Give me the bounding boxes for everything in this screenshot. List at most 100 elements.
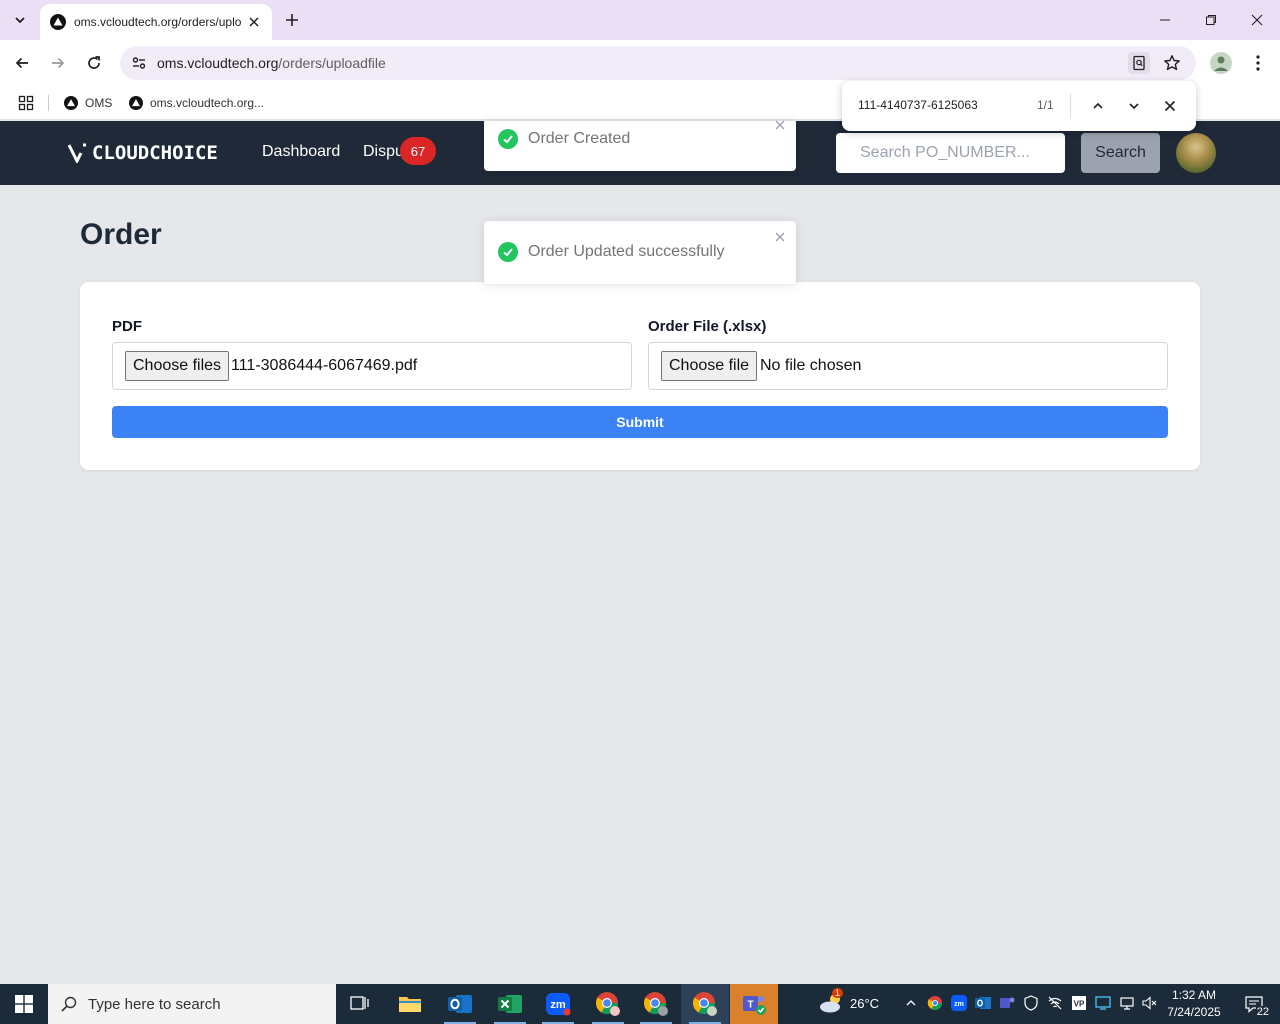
order-file-label: Order File (.xlsx) — [648, 318, 767, 335]
task-view-icon[interactable] — [336, 984, 384, 1024]
show-hidden-icons-chevron-icon[interactable] — [902, 994, 920, 1012]
toast-close-icon[interactable] — [772, 117, 788, 133]
minimize-icon[interactable] — [1142, 0, 1188, 40]
windows-taskbar: Type here to search zm T 1 26°C zm VP 1:… — [0, 984, 1280, 1024]
url-host: oms.vcloudtech.org — [157, 55, 279, 71]
clock-date: 7/24/2025 — [1167, 1005, 1221, 1019]
reload-icon[interactable] — [80, 49, 108, 77]
url-text: oms.vcloudtech.org/orders/uploadfile — [157, 55, 386, 71]
toast-close-icon[interactable] — [772, 229, 788, 245]
find-close-icon[interactable] — [1158, 94, 1182, 118]
order-file-name: No file chosen — [760, 357, 862, 374]
find-in-page-bar: 111-4140737-6125063 1/1 — [842, 81, 1196, 131]
notification-center-icon[interactable]: 22 — [1234, 984, 1274, 1024]
page-title: Order — [80, 218, 162, 251]
taskbar-clock[interactable]: 1:32 AM 7/24/2025 — [1158, 987, 1230, 1021]
tab-search-chevron-icon[interactable] — [6, 6, 34, 34]
browser-menu-icon[interactable] — [1248, 52, 1268, 74]
apps-grid-icon[interactable] — [18, 93, 34, 113]
disputes-count-badge: 67 — [400, 137, 436, 165]
tray-ethernet-icon[interactable] — [1118, 994, 1136, 1012]
page-search-icon[interactable] — [1128, 52, 1150, 74]
pdf-label: PDF — [112, 318, 142, 335]
v-logo-icon — [68, 143, 86, 163]
svg-text:VP: VP — [1074, 1000, 1085, 1009]
triangle-logo-icon — [64, 96, 78, 110]
browser-tab[interactable]: oms.vcloudtech.org/orders/uplo — [40, 4, 272, 40]
file-explorer-icon[interactable] — [386, 984, 434, 1024]
success-check-icon — [498, 129, 518, 149]
weather-cloud-icon[interactable]: 1 — [818, 988, 844, 1014]
restore-icon[interactable] — [1188, 0, 1234, 40]
tray-network-off-icon[interactable] — [1046, 994, 1064, 1012]
pdf-choose-files-button[interactable]: Choose files — [125, 351, 230, 381]
tray-security-icon[interactable] — [1022, 994, 1040, 1012]
new-tab-plus-icon[interactable] — [280, 8, 304, 32]
find-divider — [1070, 93, 1071, 119]
taskbar-search-box[interactable]: Type here to search — [48, 984, 336, 1024]
po-number-search-input[interactable] — [836, 133, 1065, 173]
taskbar-search-placeholder: Type here to search — [88, 995, 221, 1013]
bookmark-star-icon[interactable] — [1161, 52, 1183, 74]
order-choose-file-button[interactable]: Choose file — [661, 351, 758, 381]
triangle-logo-icon — [50, 14, 66, 30]
chrome-profile-2-icon[interactable] — [632, 984, 680, 1024]
cloudchoice-logo[interactable]: CLOUDCHOICE — [68, 141, 218, 165]
toast-message: Order Created — [528, 130, 631, 147]
success-check-icon — [498, 242, 518, 262]
bookmark-oms[interactable]: OMS — [64, 93, 112, 113]
windows-start-icon[interactable] — [0, 984, 48, 1024]
tray-teams-icon[interactable] — [998, 994, 1016, 1012]
toast-order-updated: Order Updated successfully — [484, 221, 796, 284]
weather-temperature[interactable]: 26°C — [850, 996, 879, 1011]
weather-alert-badge: 1 — [832, 988, 844, 998]
close-tab-icon[interactable] — [246, 14, 262, 30]
order-file-input[interactable]: Choose file No file chosen — [648, 342, 1168, 390]
volume-muted-icon[interactable] — [1140, 994, 1158, 1012]
browser-toolbar: oms.vcloudtech.org/orders/uploadfile — [0, 40, 1280, 86]
nav-dashboard[interactable]: Dashboard — [262, 143, 340, 161]
browser-tab-strip: oms.vcloudtech.org/orders/uplo — [0, 0, 1280, 40]
back-arrow-icon[interactable] — [8, 49, 36, 77]
tab-title: oms.vcloudtech.org/orders/uplo — [74, 15, 242, 29]
svg-text:zm: zm — [550, 999, 566, 1011]
toast-message: Order Updated successfully — [528, 243, 725, 260]
svg-text:zm: zm — [954, 1001, 964, 1008]
user-avatar[interactable] — [1176, 133, 1216, 173]
excel-icon[interactable] — [486, 984, 534, 1024]
outlook-icon[interactable] — [436, 984, 484, 1024]
triangle-logo-icon — [129, 96, 143, 110]
search-button[interactable]: Search — [1081, 133, 1160, 173]
find-input[interactable]: 111-4140737-6125063 — [858, 98, 978, 112]
toast-order-created: Order Created — [484, 120, 796, 171]
tray-zoom-icon[interactable]: zm — [950, 994, 968, 1012]
tray-chrome-icon[interactable] — [926, 994, 944, 1012]
tray-display-icon[interactable] — [1094, 994, 1112, 1012]
teams-icon[interactable]: T — [730, 984, 778, 1024]
submit-button[interactable]: Submit — [112, 406, 1168, 438]
bookmark-label: oms.vcloudtech.org... — [150, 96, 265, 110]
tray-vpn-icon[interactable]: VP — [1070, 994, 1088, 1012]
tray-outlook-icon[interactable] — [974, 994, 992, 1012]
bookmarks-divider — [48, 95, 49, 111]
url-path: /orders/uploadfile — [278, 55, 386, 71]
find-previous-chevron-up-icon[interactable] — [1086, 94, 1110, 118]
notification-count: 22 — [1255, 1006, 1270, 1018]
chrome-profile-1-icon[interactable] — [584, 984, 632, 1024]
profile-avatar-icon[interactable] — [1210, 52, 1232, 74]
pdf-file-name: 111-3086444-6067469.pdf — [231, 357, 418, 374]
site-settings-icon[interactable] — [128, 52, 150, 74]
nav-disputes[interactable]: Dispu — [363, 143, 404, 161]
svg-text:T: T — [747, 1000, 753, 1011]
forward-arrow-icon[interactable] — [44, 49, 72, 77]
find-next-chevron-down-icon[interactable] — [1122, 94, 1146, 118]
logo-text: CLOUDCHOICE — [92, 142, 218, 164]
bookmark-label: OMS — [85, 96, 113, 110]
bookmark-oms-site[interactable]: oms.vcloudtech.org... — [129, 93, 264, 113]
zoom-icon[interactable]: zm — [534, 984, 582, 1024]
chrome-profile-3-icon[interactable] — [681, 984, 729, 1024]
pdf-file-input[interactable]: Choose files 111-3086444-6067469.pdf — [112, 342, 632, 390]
upload-form-card: PDF Choose files 111-3086444-6067469.pdf… — [80, 282, 1200, 470]
address-bar[interactable]: oms.vcloudtech.org/orders/uploadfile — [120, 46, 1196, 80]
close-window-icon[interactable] — [1234, 0, 1280, 40]
